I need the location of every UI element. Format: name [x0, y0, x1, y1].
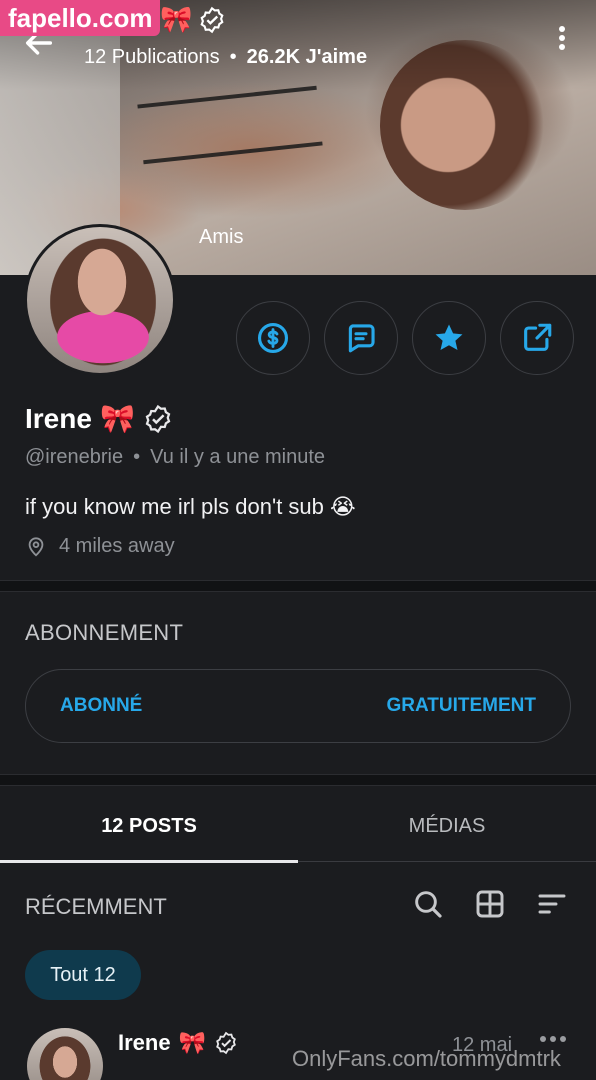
content-tabs: 12 POSTS MÉDIAS — [0, 790, 596, 863]
publications-count: 12 Publications — [84, 46, 220, 68]
search-icon[interactable] — [412, 888, 444, 920]
handle-row: @irenebrie • Vu il y a une minute — [25, 446, 325, 469]
post-bow-emoji: 🎀 — [178, 1030, 206, 1055]
post-author-avatar[interactable] — [27, 1028, 103, 1080]
share-icon — [524, 323, 552, 351]
section-divider — [0, 580, 596, 592]
verified-icon — [200, 6, 224, 33]
feed-section-title: RÉCEMMENT — [25, 894, 167, 919]
tip-button[interactable] — [236, 301, 310, 375]
section-divider — [0, 774, 596, 786]
location-pin-icon — [28, 536, 44, 556]
last-seen: Vu il y a une minute — [150, 446, 326, 468]
message-button[interactable] — [324, 301, 398, 375]
profile-name-text: Irene — [25, 402, 92, 434]
subscription-price: GRATUITEMENT — [386, 695, 536, 716]
stats-separator: • — [229, 46, 237, 68]
verified-icon — [216, 1031, 236, 1055]
profile-bio: if you know me irl pls don't sub 😭 — [25, 494, 356, 519]
likes-count: 26.2K J'aime — [246, 46, 368, 68]
watermark-top: fapello.com — [0, 0, 161, 36]
dollar-icon — [257, 322, 289, 354]
share-button[interactable] — [500, 301, 574, 375]
header-stats: 12 Publications • 26.2K J'aime — [84, 46, 367, 69]
star-icon — [435, 324, 463, 351]
more-horizontal-icon[interactable] — [540, 1036, 566, 1042]
avatar[interactable] — [24, 224, 176, 376]
header-name: 🎀 — [160, 4, 226, 35]
subscribed-status: ABONNÉ — [60, 695, 143, 716]
handle-separator: • — [133, 446, 141, 468]
location-text: 4 miles away — [59, 535, 175, 557]
subscription-title: ABONNEMENT — [25, 620, 184, 645]
sort-icon[interactable] — [536, 888, 568, 920]
cover-label: Amis — [199, 226, 244, 248]
grid-view-icon[interactable] — [474, 888, 506, 920]
filter-chip-all[interactable]: Tout 12 — [25, 950, 141, 1000]
tab-posts[interactable]: 12 POSTS — [0, 790, 298, 863]
location-row: 4 miles away — [25, 535, 175, 558]
profile-name: Irene 🎀 — [25, 402, 173, 435]
more-vertical-icon[interactable] — [548, 24, 576, 58]
favorite-button[interactable] — [412, 301, 486, 375]
post-author-name: Irene — [118, 1030, 171, 1055]
watermark-bottom: OnlyFans.com/tommydmtrk — [292, 1046, 561, 1071]
bow-emoji: 🎀 — [99, 403, 135, 434]
message-icon — [348, 324, 375, 353]
cover-lingerie-shape — [137, 85, 323, 165]
subscribed-button[interactable]: ABONNÉ GRATUITEMENT — [25, 669, 571, 743]
feed-tools — [412, 888, 568, 920]
tab-media[interactable]: MÉDIAS — [298, 790, 596, 862]
header-bow-emoji: 🎀 — [160, 4, 193, 34]
post-author[interactable]: Irene 🎀 — [118, 1030, 238, 1056]
profile-handle: @irenebrie — [25, 446, 124, 468]
profile-actions — [236, 301, 574, 375]
verified-icon — [145, 404, 171, 433]
